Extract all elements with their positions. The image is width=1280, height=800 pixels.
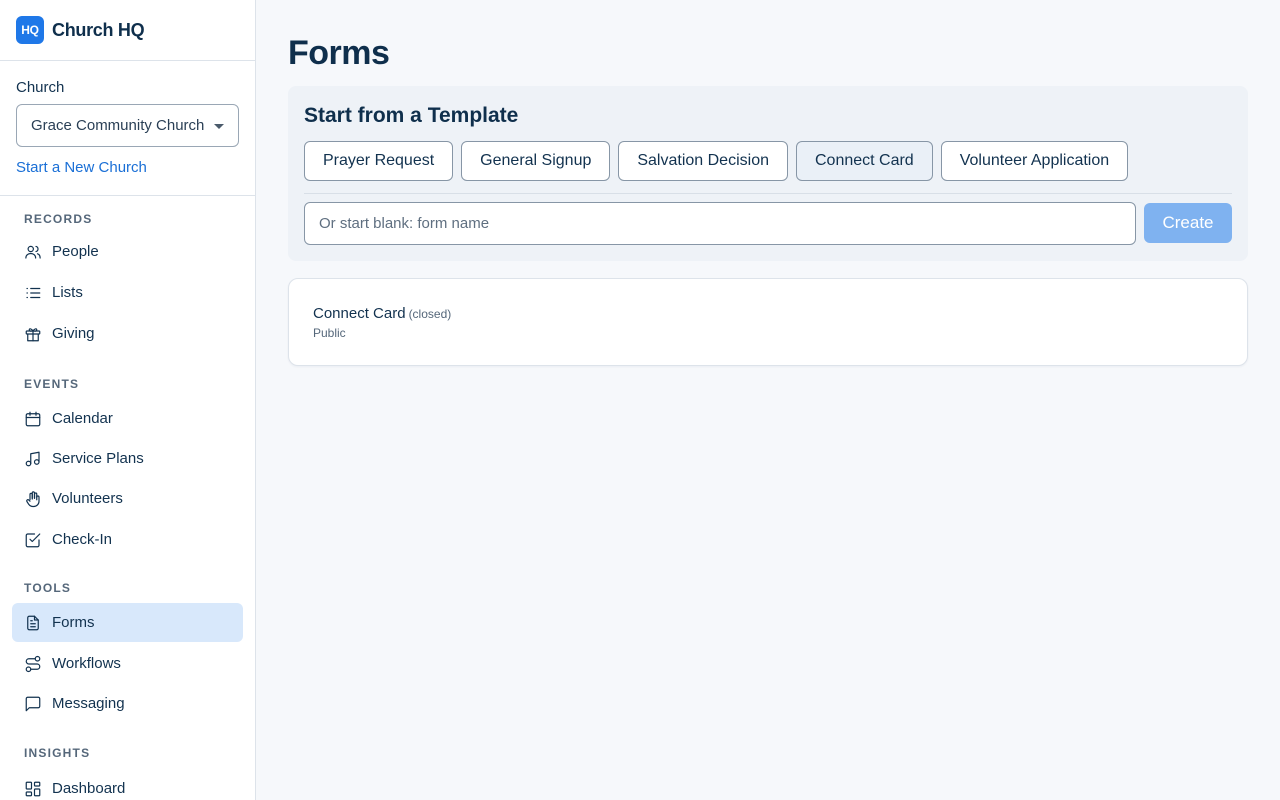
sidebar-item-dashboard[interactable]: Dashboard [12,769,243,800]
sidebar-item-giving[interactable]: Giving [12,314,243,353]
church-label: Church [16,79,65,96]
sidebar-item-calendar[interactable]: Calendar [12,399,243,438]
sidebar-item-workflows[interactable]: Workflows [12,644,243,683]
nav-section-records: RECORDS [24,212,93,226]
template-volunteer-application-button[interactable]: Volunteer Application [940,141,1129,181]
template-prayer-request-button[interactable]: Prayer Request [304,141,454,181]
sidebar-nav: RECORDS People Lists Giving EVENTS Calen… [0,196,255,800]
form-card[interactable]: Connect Card (closed) Public [288,278,1248,366]
nav-section-insights: INSIGHTS [24,746,91,760]
document-icon [24,614,42,632]
church-picker: Church Grace Community Church Start a Ne… [0,61,255,196]
route-icon [24,655,42,673]
sidebar-item-label: Messaging [52,695,125,712]
sidebar-item-label: Dashboard [52,780,126,797]
sidebar: HQ Church HQ Church Grace Community Chur… [0,0,256,800]
form-name-input[interactable] [304,202,1136,245]
calendar-icon [24,410,42,428]
main-content: Forms Start from a Template Prayer Reque… [288,0,1248,366]
sidebar-item-label: Service Plans [52,450,144,467]
create-button[interactable]: Create [1144,203,1232,243]
music-note-icon [24,450,42,468]
form-name: Connect Card [313,305,406,322]
hand-icon [24,490,42,508]
chevron-down-icon [214,124,224,129]
page-title: Forms [288,34,390,72]
list-icon [24,284,42,302]
form-visibility: Public [313,326,346,340]
form-card-title-line: Connect Card (closed) [313,305,1223,323]
divider [304,193,1232,194]
template-general-signup-button[interactable]: General Signup [461,141,611,181]
sidebar-item-service-plans[interactable]: Service Plans [12,439,243,478]
form-status: (closed) [408,307,452,321]
brand-logo[interactable]: HQ [16,16,44,44]
dashboard-icon [24,780,42,798]
sidebar-item-lists[interactable]: Lists [12,273,243,312]
sidebar-item-label: Forms [52,614,95,631]
start-new-church-link[interactable]: Start a New Church [16,159,239,176]
sidebar-item-label: Volunteers [52,490,123,507]
template-button-row: Prayer Request General Signup Salvation … [304,141,1232,181]
sidebar-item-label: Calendar [52,410,113,427]
people-icon [24,243,42,261]
nav-section-events: EVENTS [24,377,80,391]
template-salvation-decision-button[interactable]: Salvation Decision [618,141,788,181]
template-heading: Start from a Template [304,104,519,127]
sidebar-item-people[interactable]: People [12,232,243,271]
sidebar-item-label: Workflows [52,655,121,672]
nav-section-tools: TOOLS [24,581,72,595]
sidebar-item-label: Giving [52,325,95,342]
sidebar-item-check-in[interactable]: Check-In [12,520,243,559]
sidebar-item-label: People [52,243,99,260]
sidebar-item-label: Lists [52,284,83,301]
church-select-value: Grace Community Church [31,117,205,134]
sidebar-item-forms[interactable]: Forms [12,603,243,642]
check-square-icon [24,531,42,549]
sidebar-item-volunteers[interactable]: Volunteers [12,479,243,518]
sidebar-item-messaging[interactable]: Messaging [12,684,243,723]
template-connect-card-button[interactable]: Connect Card [795,141,933,181]
brand-header: HQ Church HQ [0,0,255,61]
template-panel: Start from a Template Prayer Request Gen… [288,86,1248,261]
chat-bubble-icon [24,695,42,713]
church-select[interactable]: Grace Community Church [16,104,239,147]
sidebar-item-label: Check-In [52,531,113,548]
gift-icon [24,325,42,343]
create-row: Create [304,202,1232,245]
brand-name[interactable]: Church HQ [52,20,145,41]
